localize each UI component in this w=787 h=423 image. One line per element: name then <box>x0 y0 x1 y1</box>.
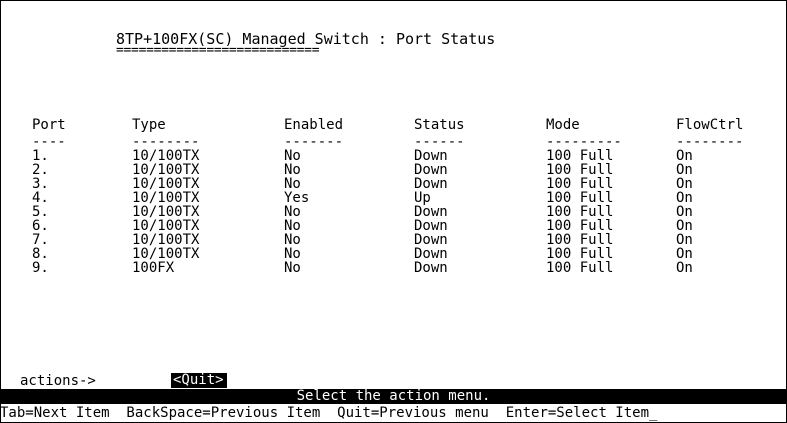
cell-port: 6. <box>32 218 49 234</box>
cell-flowctrl: On <box>676 218 693 234</box>
cell-type: 10/100TX <box>132 148 200 164</box>
status-message: Select the action menu. <box>296 388 491 404</box>
cell-status: Down <box>414 218 448 234</box>
cell-enabled: No <box>284 176 301 192</box>
cell-enabled: No <box>284 148 301 164</box>
cell-mode: 100 Full <box>546 204 614 220</box>
table-row: 1. 10/100TX No Down 100 Full On <box>32 149 777 163</box>
cell-status: Up <box>414 190 431 206</box>
cell-mode: 100 Full <box>546 260 614 276</box>
cell-mode: 100 Full <box>546 162 614 178</box>
cell-flowctrl: On <box>676 148 693 164</box>
cell-enabled: No <box>284 218 301 234</box>
cell-enabled: Yes <box>284 190 310 206</box>
cell-port: 9. <box>32 260 49 276</box>
cell-mode: 100 Full <box>546 176 614 192</box>
cell-enabled: No <box>284 232 301 248</box>
title-underline: =========================== <box>116 43 320 58</box>
cell-port: 2. <box>32 162 49 178</box>
separator-enabled: ------- <box>284 134 344 150</box>
cell-port: 8. <box>32 246 49 262</box>
cell-enabled: No <box>284 204 301 220</box>
cell-type: 10/100TX <box>132 218 200 234</box>
cell-status: Down <box>414 176 448 192</box>
cell-mode: 100 Full <box>546 218 614 234</box>
cell-flowctrl: On <box>676 204 693 220</box>
cell-flowctrl: On <box>676 162 693 178</box>
table-row: 7. 10/100TX No Down 100 Full On <box>32 233 777 247</box>
cell-flowctrl: On <box>676 260 693 276</box>
cell-port: 5. <box>32 204 49 220</box>
port-status-table: Port Type Enabled Status Mode FlowCtrl -… <box>32 118 777 275</box>
cell-mode: 100 Full <box>546 148 614 164</box>
quit-button[interactable]: <Quit> <box>171 373 227 388</box>
actions-label: actions-> <box>20 373 96 389</box>
cell-status: Down <box>414 232 448 248</box>
table-row: 5. 10/100TX No Down 100 Full On <box>32 205 777 219</box>
cell-enabled: No <box>284 260 301 276</box>
status-bar: Select the action menu. <box>1 389 786 404</box>
cell-port: 7. <box>32 232 49 248</box>
cell-type: 10/100TX <box>132 232 200 248</box>
cell-type: 10/100TX <box>132 162 200 178</box>
cell-status: Down <box>414 246 448 262</box>
table-row: 3. 10/100TX No Down 100 Full On <box>32 177 777 191</box>
cell-mode: 100 Full <box>546 190 614 206</box>
cell-port: 4. <box>32 190 49 206</box>
cell-status: Down <box>414 260 448 276</box>
cell-enabled: No <box>284 162 301 178</box>
port-table: Port Type Enabled Status Mode FlowCtrl -… <box>32 118 777 275</box>
cell-status: Down <box>414 162 448 178</box>
cell-enabled: No <box>284 246 301 262</box>
key-help-line: Tab=Next Item BackSpace=Previous Item Qu… <box>0 405 658 421</box>
cell-status: Down <box>414 204 448 220</box>
table-row: 2. 10/100TX No Down 100 Full On <box>32 163 777 177</box>
cell-flowctrl: On <box>676 190 693 206</box>
cell-flowctrl: On <box>676 232 693 248</box>
cell-type: 10/100TX <box>132 176 200 192</box>
cell-mode: 100 Full <box>546 232 614 248</box>
cell-type: 100FX <box>132 260 175 276</box>
table-row: 6. 10/100TX No Down 100 Full On <box>32 219 777 233</box>
cell-type: 10/100TX <box>132 246 200 262</box>
cell-port: 1. <box>32 148 49 164</box>
cell-flowctrl: On <box>676 176 693 192</box>
table-row: 4. 10/100TX Yes Up 100 Full On <box>32 191 777 205</box>
cell-flowctrl: On <box>676 246 693 262</box>
cell-type: 10/100TX <box>132 190 200 206</box>
cell-port: 3. <box>32 176 49 192</box>
cell-type: 10/100TX <box>132 204 200 220</box>
table-row: 9. 100FX No Down 100 Full On <box>32 261 777 275</box>
cell-status: Down <box>414 148 448 164</box>
table-row: 8. 10/100TX No Down 100 Full On <box>32 247 777 261</box>
cell-mode: 100 Full <box>546 246 614 262</box>
